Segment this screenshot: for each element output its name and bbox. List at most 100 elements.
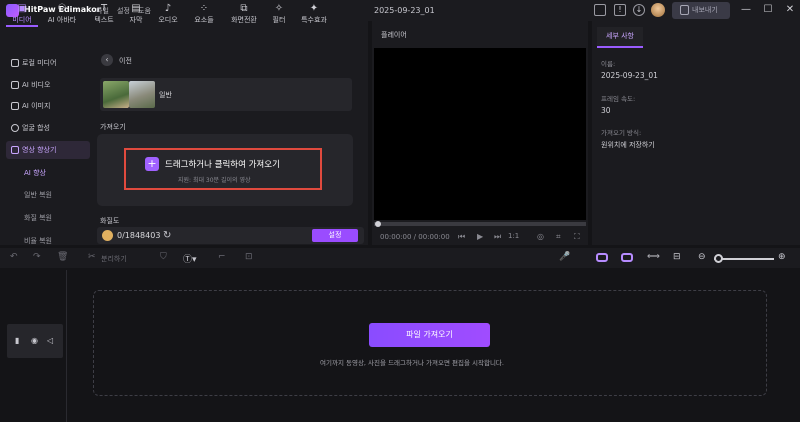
tab-label: 필터: [272, 16, 286, 24]
magnet-icon[interactable]: [621, 253, 633, 262]
sidebar-item-label: 로컬 미디어: [22, 59, 57, 67]
record-icon[interactable]: ⊡: [245, 252, 253, 262]
elements-icon: ⁘: [199, 3, 209, 14]
crop-icon[interactable]: ⌗: [556, 232, 561, 242]
coin-icon: [102, 230, 113, 241]
tab-label: 자막: [129, 16, 143, 24]
quality-section-title: 화질도: [100, 217, 120, 225]
avatar[interactable]: [651, 3, 665, 17]
sidebar-item-ai-image[interactable]: AI 이미지: [6, 97, 90, 115]
tab-subtitle[interactable]: ▤ 자막: [122, 0, 150, 27]
close-icon[interactable]: ✕: [783, 3, 797, 17]
microphone-icon[interactable]: 🎤: [559, 252, 570, 262]
maximize-icon[interactable]: ☐: [761, 3, 775, 17]
tab-ai-avatar[interactable]: ⚇ AI 아바타: [42, 0, 82, 27]
export-button[interactable]: 내보내기: [672, 2, 730, 19]
split-label[interactable]: 분리하기: [101, 254, 127, 264]
zoom-in-icon[interactable]: ⊕: [778, 252, 786, 262]
tab-effects[interactable]: ✦ 특수효과: [294, 0, 334, 27]
sidebar-item-label: AI 비디오: [22, 81, 51, 89]
next-frame-icon[interactable]: ⏭: [494, 232, 501, 242]
folder-icon: [11, 59, 19, 67]
play-icon[interactable]: ▶: [477, 232, 483, 241]
sidebar-item-label: 영상 향상기: [22, 146, 57, 154]
zoom-out-icon[interactable]: ⊖: [698, 252, 706, 262]
text-template-icon[interactable]: Ⓣ▾: [183, 252, 197, 265]
zoom-slider-handle[interactable]: [714, 254, 723, 263]
redo-icon[interactable]: ↷: [33, 252, 41, 262]
sidebar-subitem-ratio-restore[interactable]: 비율 복원: [24, 236, 52, 246]
enhance-icon: [11, 146, 19, 154]
track-video-icon[interactable]: ▮: [15, 336, 19, 345]
tab-transition[interactable]: ⧉ 화면전환: [224, 0, 264, 27]
tab-label: 오디오: [158, 16, 178, 24]
playback-scrubber[interactable]: [374, 222, 586, 226]
media-icon: ▣: [17, 3, 27, 14]
download-icon[interactable]: ↓: [633, 4, 645, 16]
refresh-icon[interactable]: ↻: [163, 230, 174, 241]
tab-filter[interactable]: ✧ 필터: [266, 0, 292, 27]
scrubber-handle[interactable]: [375, 221, 381, 227]
import-section-title: 가져오기: [100, 123, 126, 131]
video-icon: [11, 81, 19, 89]
sidebar-item-local-media[interactable]: 로컬 미디어: [6, 54, 90, 72]
sidebar-subitem-quality-restore[interactable]: 화질 복원: [24, 213, 52, 223]
tab-text[interactable]: T 텍스트: [86, 0, 122, 27]
player-title: 플레이어: [381, 31, 407, 39]
eye-icon[interactable]: ◉: [31, 336, 38, 345]
snap-icon[interactable]: ⟺: [647, 252, 660, 262]
video-preview[interactable]: [374, 48, 586, 220]
import-prompt[interactable]: 드래그하거나 클릭하여 가져오기: [165, 158, 280, 170]
import-support-note: 지원: 최대 30분 길이의 영상: [178, 177, 251, 184]
transition-icon: ⧉: [240, 3, 248, 14]
credit-count: 0/1848403: [117, 231, 161, 240]
import-mode-label: 가져오기 방식:: [601, 129, 642, 137]
fps-label: 프레임 속도:: [601, 95, 636, 103]
text-icon: T: [100, 3, 108, 14]
tab-label: 화면전환: [231, 16, 257, 24]
prev-frame-icon[interactable]: ⏮: [458, 232, 465, 242]
tab-label: AI 아바타: [47, 16, 77, 24]
speaker-icon[interactable]: ◁: [47, 336, 53, 345]
export-icon: [680, 5, 689, 15]
back-label[interactable]: 이전: [119, 56, 132, 66]
speed-selector[interactable]: 1:1: [508, 232, 519, 240]
tab-label: 특수효과: [301, 16, 327, 24]
sidebar-subitem-ai-enhance[interactable]: AI 향상: [24, 168, 46, 178]
import-mode-value: 원위치에 저장하기: [601, 141, 655, 149]
snapshot-icon[interactable]: ◎: [537, 232, 544, 241]
export-label: 내보내기: [692, 6, 718, 14]
delete-icon[interactable]: 🗑: [57, 252, 68, 262]
import-file-button[interactable]: 파일 가져오기: [369, 323, 490, 347]
layout-icon[interactable]: [594, 4, 606, 16]
feedback-icon[interactable]: !: [614, 4, 626, 16]
subtitle-icon: ▤: [131, 3, 141, 14]
back-icon[interactable]: ‹: [101, 54, 113, 66]
track-divider: [66, 270, 67, 422]
tab-media[interactable]: ▣ 미디어: [6, 0, 38, 27]
scissors-icon[interactable]: ✂: [88, 252, 96, 262]
effects-icon: ✦: [309, 3, 319, 14]
shield-icon[interactable]: ⛉: [160, 252, 167, 262]
sidebar-subitem-general-restore[interactable]: 일반 복원: [24, 190, 52, 200]
link-icon[interactable]: [596, 253, 608, 262]
fps-value: 30: [601, 106, 611, 115]
undo-icon[interactable]: ↶: [10, 252, 18, 262]
fullscreen-icon[interactable]: ⛶: [574, 232, 580, 242]
avatar-icon: ⚇: [57, 3, 67, 14]
fit-icon[interactable]: ⊟: [673, 252, 681, 262]
face-icon: [11, 124, 19, 132]
sidebar-item-face-swap[interactable]: 얼굴 합성: [6, 119, 90, 137]
tab-elements[interactable]: ⁘ 요소들: [188, 0, 220, 27]
sidebar-item-ai-video[interactable]: AI 비디오: [6, 76, 90, 94]
sidebar-item-video-enhancer[interactable]: 영상 향상기: [6, 141, 90, 159]
settings-button[interactable]: 설정: [312, 229, 358, 242]
sidebar-item-label: AI 이미지: [22, 102, 51, 110]
minimize-icon[interactable]: —: [739, 3, 753, 17]
zoom-slider[interactable]: [714, 258, 774, 260]
project-name: 2025-09-23_01: [374, 6, 435, 15]
tab-details[interactable]: 세부 사항: [597, 27, 643, 48]
plus-icon[interactable]: +: [145, 157, 159, 171]
crop-tool-icon[interactable]: ⌐: [218, 252, 226, 262]
tab-audio[interactable]: ♪ 오디오: [152, 0, 184, 27]
